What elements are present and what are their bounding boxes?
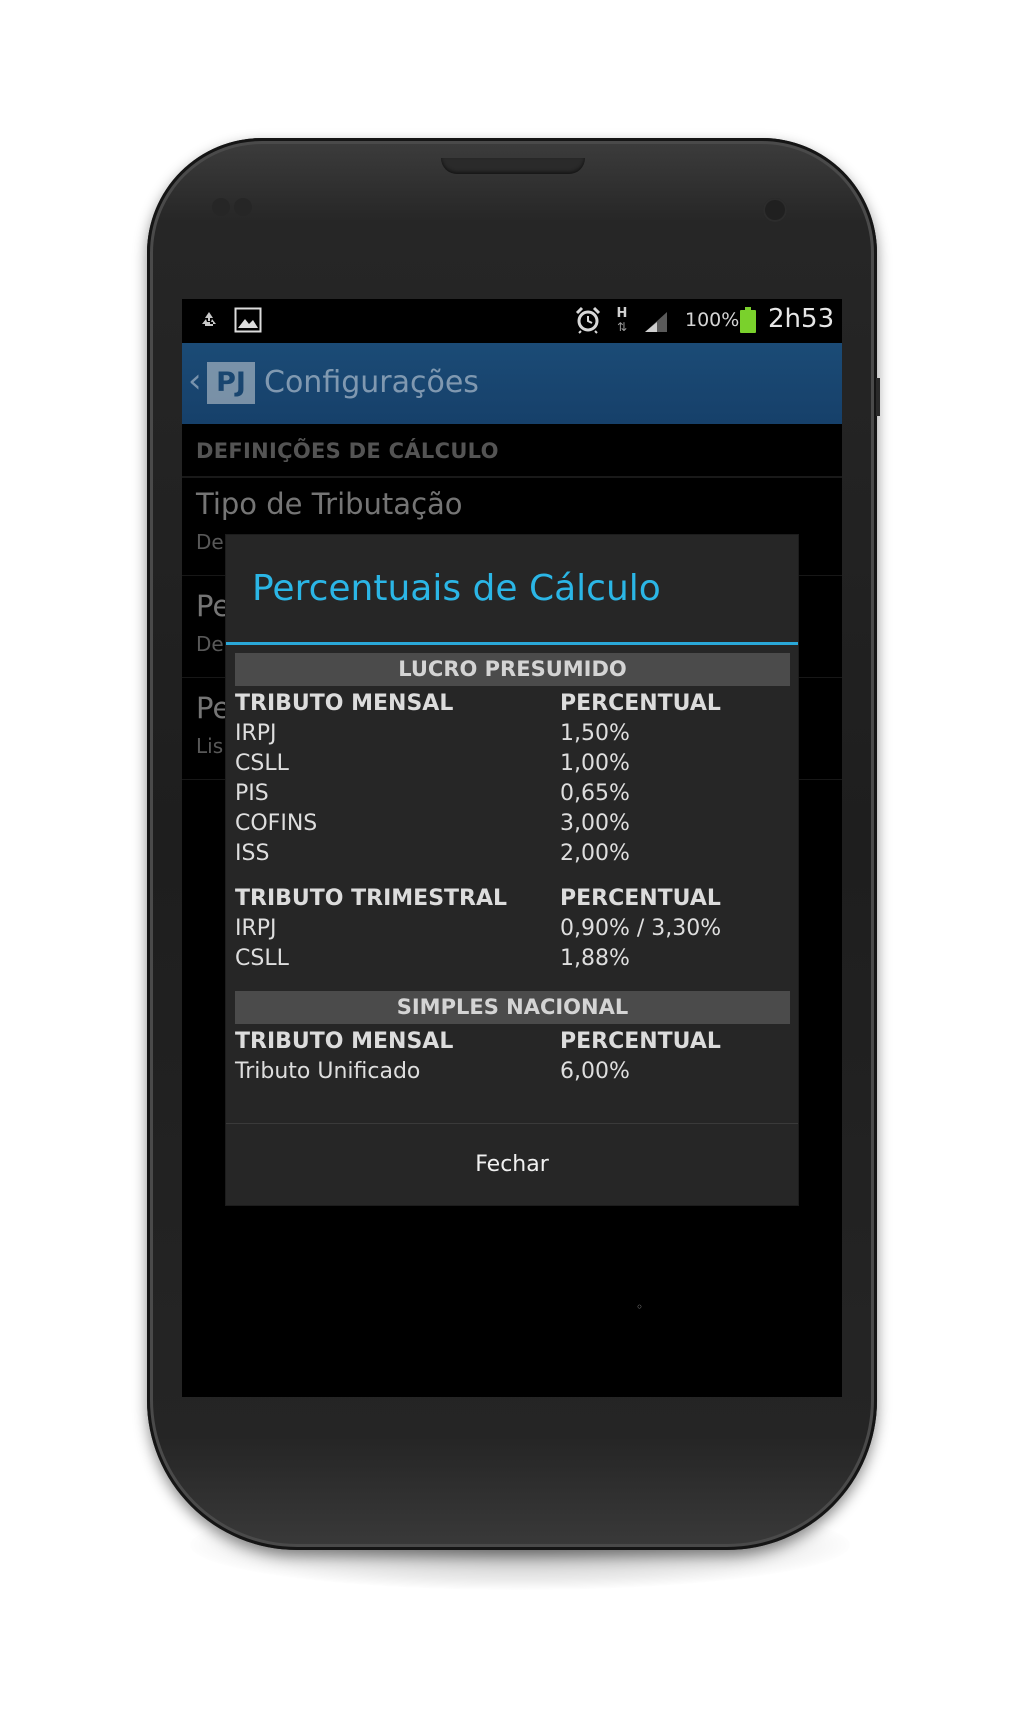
dialog-title-divider [226, 642, 798, 645]
battery-icon [740, 307, 756, 333]
dialog-title: Percentuais de Cálculo [252, 568, 661, 609]
status-bar: H ⇅ 100% 2h53 [182, 299, 842, 343]
hspa-data-icon: H ⇅ [616, 306, 628, 334]
table-row: IRPJ 1,50% [235, 721, 630, 746]
alarm-clock-icon [575, 305, 601, 335]
table-row: COFINS 3,00% [235, 811, 630, 836]
front-camera [763, 198, 787, 222]
simples-nacional-band: SIMPLES NACIONAL [235, 991, 790, 1024]
page-title: Configurações [264, 365, 479, 400]
network-type-label: H [616, 306, 628, 321]
lucro-presumido-band: LUCRO PRESUMIDO [235, 653, 790, 686]
table-row: PIS 0,65% [235, 781, 630, 806]
earpiece-speaker [441, 158, 585, 174]
recycle-icon [198, 308, 220, 332]
table-row: ISS 2,00% [235, 841, 630, 866]
battery-percent: 100% [685, 309, 740, 331]
table-row: CSLL 1,88% [235, 946, 630, 971]
percentuais-dialog: Percentuais de Cálculo LUCRO PRESUMIDO T… [226, 535, 798, 1205]
table-row: CSLL 1,00% [235, 751, 630, 776]
phone-screen: H ⇅ 100% 2h53 ‹ PJ Configurações DEFINIÇ… [182, 299, 842, 1397]
image-icon [234, 306, 262, 334]
preference-title: Tipo de Tributação [196, 487, 463, 521]
signal-icon [642, 309, 670, 335]
preference-summary: Lis [196, 734, 224, 758]
status-clock: 2h53 [768, 304, 835, 334]
chevron-left-icon[interactable]: ‹ [188, 361, 202, 401]
power-button[interactable] [876, 378, 880, 416]
app-logo[interactable]: PJ [207, 362, 255, 404]
preference-summary: De [196, 530, 224, 554]
dot-marker: ◦ [636, 1300, 644, 1314]
close-button[interactable]: Fechar [226, 1124, 798, 1205]
preference-summary: De [196, 632, 224, 656]
section-header: DEFINIÇÕES DE CÁLCULO [196, 439, 499, 463]
action-bar: ‹ PJ Configurações [182, 343, 842, 424]
table-header: TRIBUTO MENSAL PERCENTUAL [235, 1029, 721, 1054]
table-row: Tributo Unificado 6,00% [235, 1059, 630, 1084]
table-header: TRIBUTO TRIMESTRAL PERCENTUAL [235, 886, 721, 911]
proximity-sensor [212, 198, 230, 216]
table-header: TRIBUTO MENSAL PERCENTUAL [235, 691, 721, 716]
light-sensor [234, 198, 252, 216]
table-row: IRPJ 0,90% / 3,30% [235, 916, 722, 941]
